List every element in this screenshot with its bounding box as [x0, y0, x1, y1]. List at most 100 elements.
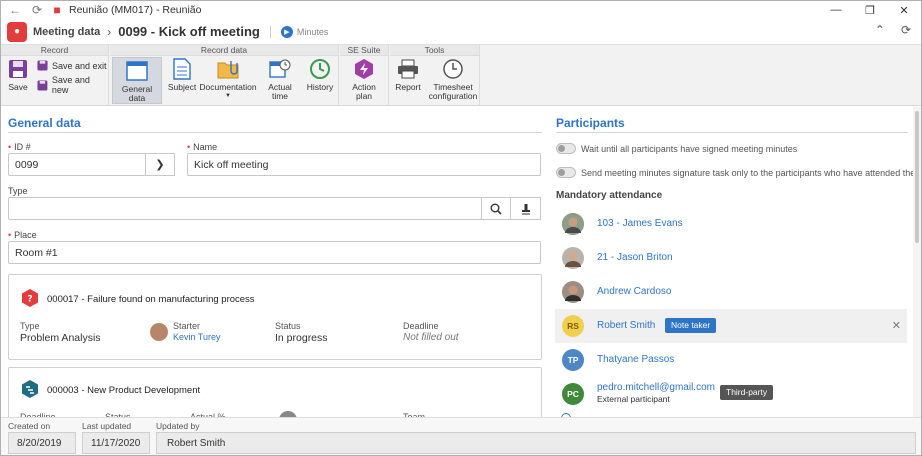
place-label: • Place	[8, 230, 37, 240]
type-label: Type	[8, 186, 28, 196]
card-deadline-value: Not filled out	[403, 332, 459, 343]
document-icon	[171, 58, 193, 80]
title-bar: ← ⟳ ■ Reunião (MM017) - Reunião — ❐ ✕	[1, 1, 921, 19]
eraser-icon	[521, 203, 530, 214]
card-status-value: In progress	[275, 332, 328, 344]
collapse-icon[interactable]: ⌃	[875, 23, 885, 37]
mandatory-attendance-title: Mandatory attendance	[556, 190, 663, 201]
save-new-icon	[37, 80, 48, 90]
close-window-icon[interactable]: ✕	[887, 1, 921, 19]
participant-name[interactable]: 21 - Jason Briton	[597, 252, 673, 263]
main-content: General data • ID # 0099 ❯ • Name Kick off…	[1, 107, 921, 427]
participant-row[interactable]: Andrew Cardoso	[555, 275, 907, 309]
documentation-button[interactable]: Documentation ▼	[199, 58, 257, 101]
general-data-button[interactable]: General data	[112, 57, 162, 104]
timesheet-configuration-button[interactable]: Timesheet configuration	[428, 58, 478, 101]
participant-name[interactable]: pedro.mitchell@gmail.com	[597, 382, 715, 393]
reload-icon[interactable]: ⟳	[901, 23, 911, 37]
content-scrollbar[interactable]	[913, 107, 921, 417]
avatar	[562, 247, 584, 269]
type-search-button[interactable]	[481, 197, 511, 220]
printer-icon	[397, 58, 419, 80]
third-party-badge: Third-party	[720, 385, 774, 400]
card-starter-value[interactable]: Kevin Turey	[173, 332, 221, 342]
save-icon	[7, 58, 29, 80]
avatar: PC	[562, 383, 584, 405]
app-window: ← ⟳ ■ Reunião (MM017) - Reunião — ❐ ✕ ● …	[0, 0, 922, 456]
avatar	[562, 213, 584, 235]
type-clear-button[interactable]	[510, 197, 541, 220]
calendar-clock-icon	[269, 58, 291, 80]
remove-participant-icon[interactable]: ✕	[892, 319, 901, 332]
minimize-icon[interactable]: —	[819, 1, 853, 19]
created-on-label: Created on	[8, 421, 51, 431]
type-input[interactable]	[8, 197, 482, 220]
save-button[interactable]: Save	[5, 58, 31, 92]
avatar: RS	[562, 315, 584, 337]
participant-name[interactable]: Andrew Cardoso	[597, 286, 671, 297]
linked-record-card[interactable]: ? 000017 - Failure found on manufacturin…	[8, 274, 542, 360]
search-icon	[490, 203, 502, 215]
action-plan-icon	[353, 58, 375, 80]
id-input[interactable]: 0099	[8, 153, 146, 176]
action-plan-button[interactable]: Action plan	[344, 58, 384, 101]
participant-row[interactable]: TP Thatyane Passos	[555, 343, 907, 377]
page-title: 0099 - Kick off meeting	[118, 24, 260, 39]
send-attended-only-toggle[interactable]	[556, 167, 576, 178]
wait-signatures-toggle[interactable]	[556, 143, 576, 154]
save-and-new-button[interactable]: Save and new	[37, 75, 108, 95]
ribbon-group-record: Record Save Save and exit Save and new	[1, 45, 109, 106]
card-status-label: Status	[275, 321, 301, 331]
history-button[interactable]: History	[306, 58, 334, 92]
refresh-icon[interactable]: ⟳	[29, 2, 45, 18]
last-updated-field: 11/17/2020	[82, 432, 150, 454]
breadcrumb-chevron-icon: ›	[107, 24, 112, 39]
back-arrow-icon[interactable]: ←	[7, 2, 23, 18]
place-input[interactable]: Room #1	[8, 241, 541, 264]
participant-row[interactable]: 103 - James Evans	[555, 207, 907, 241]
record-footer: Created on 8/20/2019 Last updated 11/17/…	[1, 417, 921, 455]
avatar	[562, 281, 584, 303]
general-data-icon	[126, 60, 148, 82]
participant-row[interactable]: 21 - Jason Briton	[555, 241, 907, 275]
header-actions: ⌃ ⟳	[875, 23, 911, 37]
save-and-exit-button[interactable]: Save and exit	[37, 60, 107, 71]
card-type-label: Type	[20, 321, 40, 331]
actual-time-button[interactable]: Actual time	[260, 58, 300, 101]
maximize-icon[interactable]: ❐	[853, 1, 887, 19]
updated-by-field: Robert Smith	[156, 432, 916, 454]
participant-name[interactable]: Robert Smith	[597, 320, 655, 331]
play-icon: ▶	[280, 25, 293, 38]
project-icon	[21, 380, 39, 398]
folder-clip-icon	[217, 58, 239, 80]
clock-icon	[442, 58, 464, 80]
report-button[interactable]: Report	[394, 58, 422, 92]
window-controls: — ❐ ✕	[819, 1, 921, 19]
participant-name[interactable]: Thatyane Passos	[597, 354, 674, 365]
participant-row-selected[interactable]: RS Robert Smith Note taker ✕	[555, 309, 907, 343]
id-next-button[interactable]: ❯	[145, 153, 175, 176]
breadcrumb-root[interactable]: Meeting data	[33, 26, 100, 38]
ribbon-group-tools: Tools Report Timesheet configuration	[390, 45, 480, 106]
subject-button[interactable]: Subject	[168, 58, 196, 92]
ribbon-toolbar: Record Save Save and exit Save and new R…	[1, 44, 921, 106]
card-title: 000003 - New Product Development	[47, 385, 201, 396]
card-title: 000017 - Failure found on manufacturing …	[47, 294, 255, 305]
ribbon-group-se-suite: SE Suite Action plan	[340, 45, 389, 106]
save-exit-icon	[37, 60, 48, 71]
page-header: ● Meeting data › 0099 - Kick off meeting…	[1, 19, 921, 44]
participant-name[interactable]: 103 - James Evans	[597, 218, 683, 229]
scroll-thumb[interactable]	[915, 111, 919, 243]
participant-row[interactable]: PC pedro.mitchell@gmail.com External par…	[555, 377, 907, 411]
note-taker-badge: Note taker	[665, 318, 717, 333]
name-input[interactable]: Kick off meeting	[187, 153, 541, 176]
group-title-record: Record	[1, 45, 108, 56]
problem-analysis-icon: ?	[21, 289, 39, 307]
card-deadline-label: Deadline	[403, 321, 439, 331]
meeting-logo-icon: ●	[7, 21, 27, 42]
group-title-se-suite: SE Suite	[340, 45, 388, 56]
wait-signatures-label: Wait until all participants have signed …	[581, 144, 798, 154]
header-divider	[269, 25, 271, 38]
history-icon	[309, 58, 331, 80]
group-title-tools: Tools	[390, 45, 479, 56]
